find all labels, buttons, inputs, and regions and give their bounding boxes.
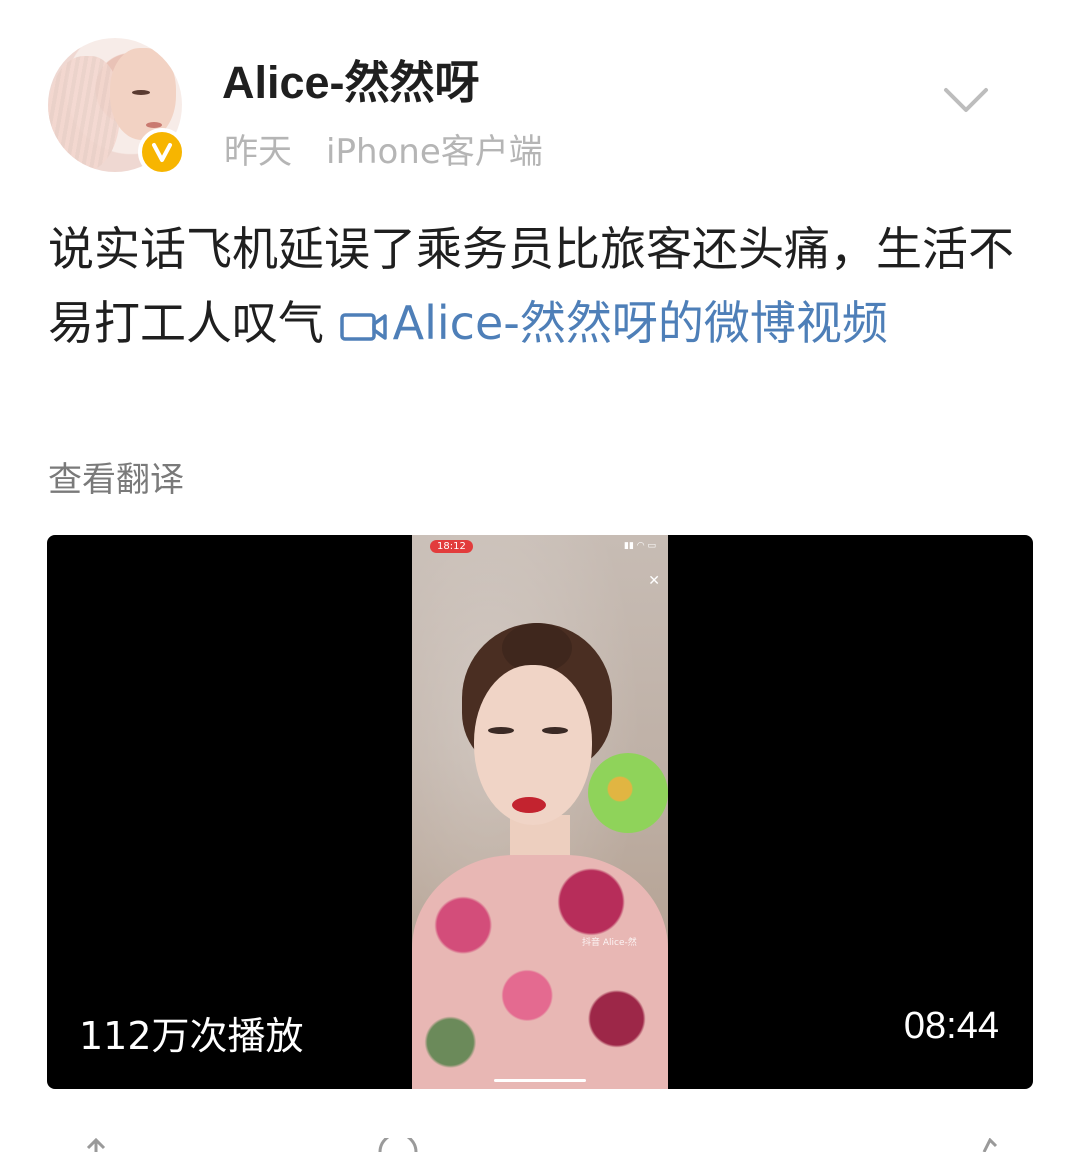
chevron-down-icon[interactable] (940, 80, 992, 120)
post-meta: 昨天 iPhone客户端 (224, 124, 543, 173)
video-link[interactable]: Alice-然然呀的微博视频 (339, 296, 888, 350)
action-bar (0, 1126, 1080, 1152)
video-player[interactable]: 18:12 ▮▮ ◠ ▭ ✕ 抖音 Alice-然 112万次播放 08:44 (47, 535, 1033, 1089)
video-frame: 18:12 ▮▮ ◠ ▭ ✕ 抖音 Alice-然 (412, 535, 668, 1089)
video-status-icons: ▮▮ ◠ ▭ (624, 541, 656, 551)
comment-icon[interactable] (376, 1138, 420, 1152)
video-person-mouth (512, 797, 546, 813)
video-person-dress (412, 855, 668, 1089)
close-icon: ✕ (648, 573, 660, 589)
like-icon[interactable] (970, 1138, 1006, 1152)
translate-link[interactable]: 查看翻译 (48, 452, 184, 501)
video-home-indicator (494, 1079, 586, 1082)
post-source: iPhone客户端 (326, 132, 543, 172)
username[interactable]: Alice-然然呀 (222, 46, 480, 111)
post-header: Alice-然然呀 昨天 iPhone客户端 (0, 0, 1080, 190)
video-person-eye (488, 727, 514, 734)
avatar-eye (132, 90, 150, 95)
video-watermark: 抖音 Alice-然 (582, 938, 637, 948)
post-body: 说实话飞机延误了乘务员比旅客还头痛，生活不易打工人叹气 Alice-然然呀的微博… (48, 212, 1038, 360)
video-person-eye (542, 727, 568, 734)
verified-icon (138, 128, 186, 176)
play-count: 112万次播放 (79, 1014, 304, 1058)
video-status-time: 18:12 (430, 540, 473, 553)
video-duration: 08:44 (903, 1005, 999, 1047)
post-time: 昨天 (224, 132, 292, 172)
video-link-label: Alice-然然呀的微博视频 (392, 296, 888, 350)
share-icon[interactable] (78, 1138, 114, 1152)
video-camera-icon (339, 313, 387, 341)
avatar-feather (48, 56, 120, 172)
video-plant (588, 753, 668, 833)
